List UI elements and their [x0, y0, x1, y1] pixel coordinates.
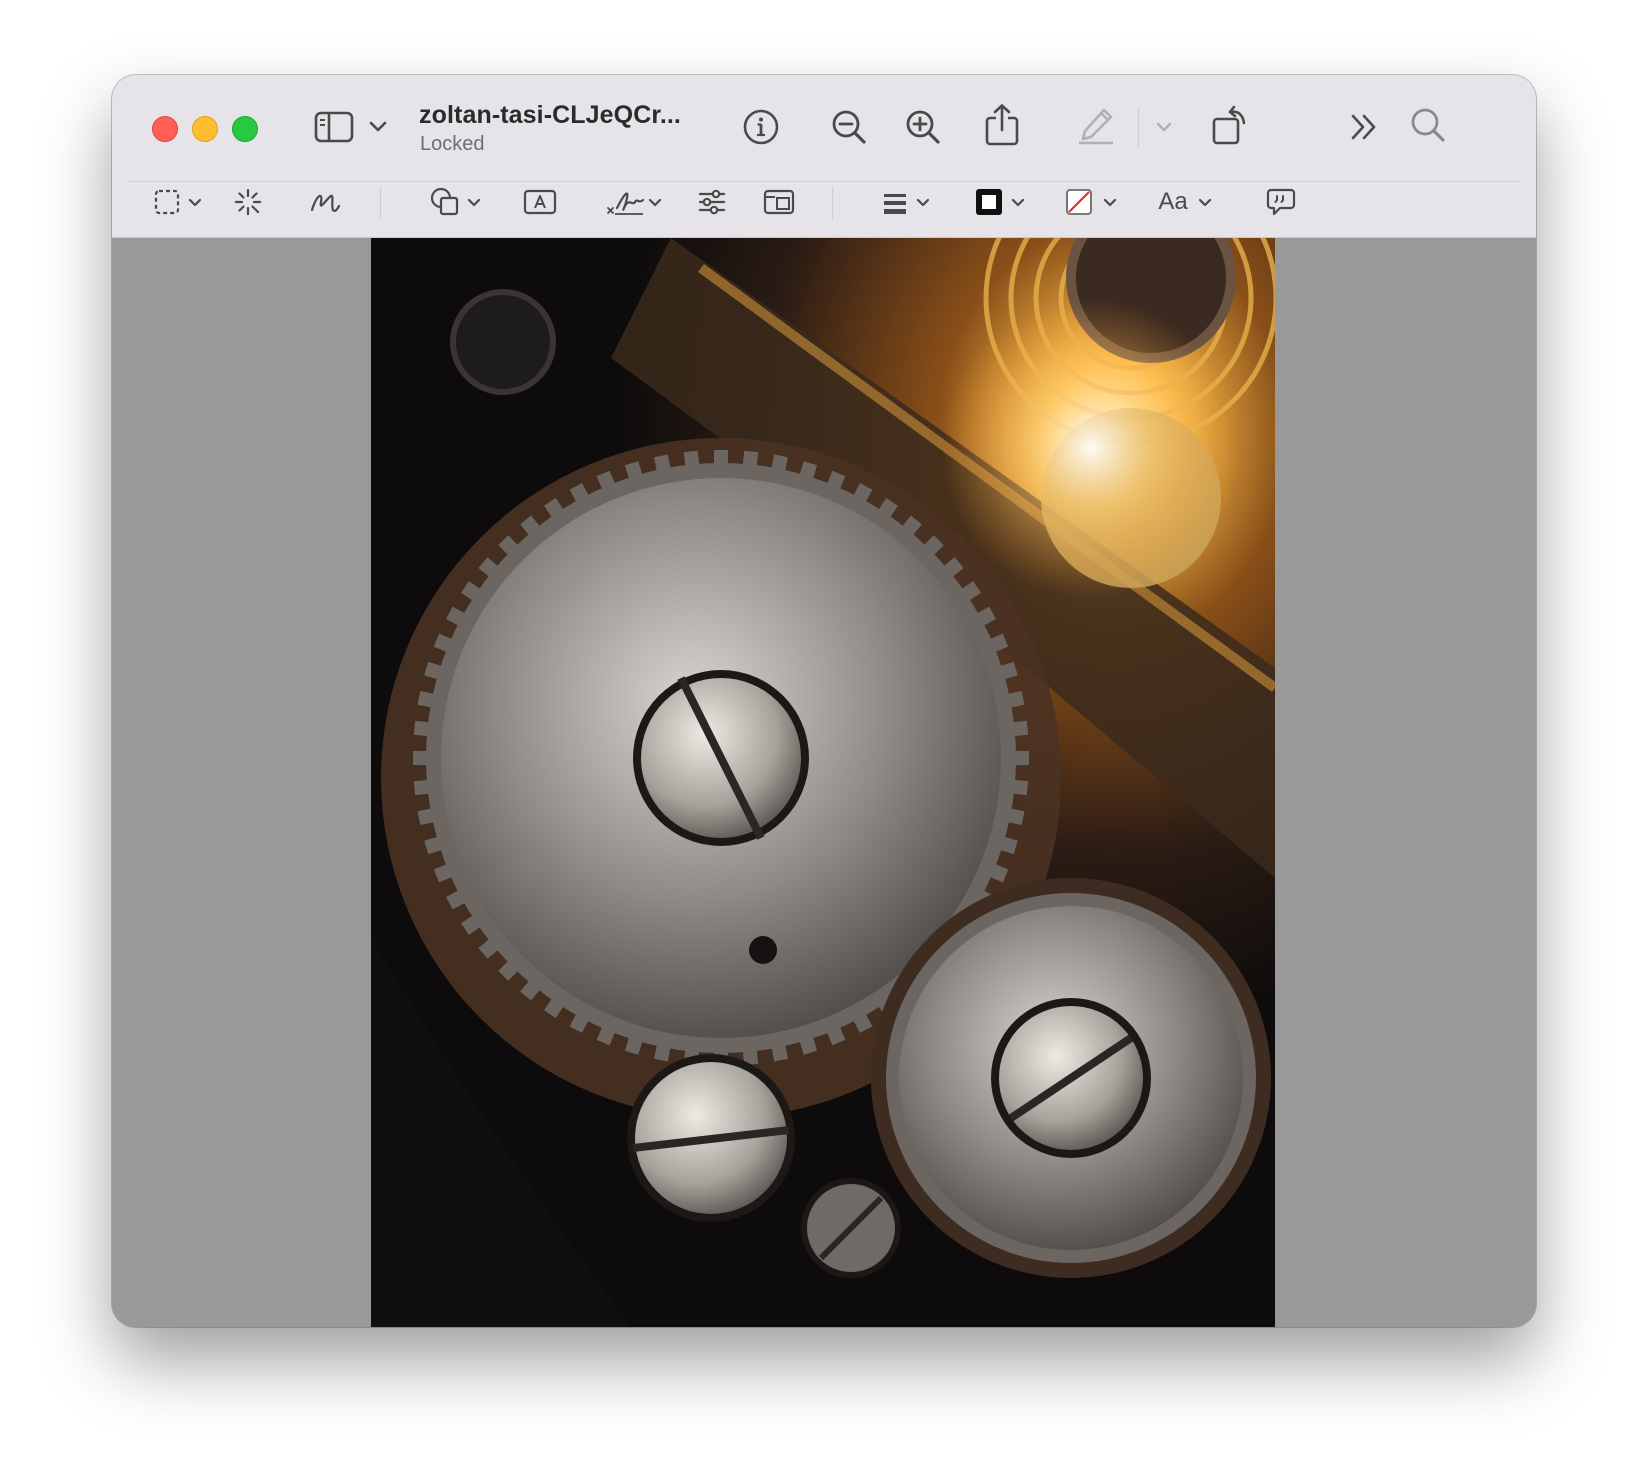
gears-photo — [371, 238, 1275, 1327]
border-color-chevron-down-icon[interactable] — [1007, 191, 1029, 213]
speech-bubble-icon[interactable] — [1265, 186, 1297, 218]
text-style-icon[interactable]: Aa — [1154, 187, 1192, 217]
markup-chevron-down-icon[interactable] — [1152, 115, 1176, 139]
sketch-icon[interactable] — [308, 187, 342, 217]
preview-window: zoltan-tasi-CLJeQCr... Locked Aa — [112, 75, 1536, 1327]
shapes-icon[interactable] — [428, 185, 462, 219]
document-canvas — [112, 238, 1536, 1327]
instant-alpha-icon[interactable] — [233, 187, 263, 217]
shape-style-icon[interactable] — [880, 188, 910, 218]
rect-selection-icon[interactable] — [152, 187, 182, 217]
text-style-chevron-down-icon[interactable] — [1194, 191, 1216, 213]
signature-icon[interactable] — [604, 185, 648, 219]
markup-pen-icon[interactable] — [1074, 103, 1118, 147]
zoom-window-button[interactable] — [232, 116, 258, 142]
fill-color-icon[interactable] — [1064, 187, 1094, 217]
signature-chevron-down-icon[interactable] — [644, 191, 666, 213]
adjust-size-icon[interactable] — [762, 187, 796, 217]
zoom-in-icon[interactable] — [901, 105, 945, 149]
document-status[interactable]: Locked — [420, 133, 485, 156]
shapes-chevron-down-icon[interactable] — [463, 191, 485, 213]
adjust-color-icon[interactable] — [696, 186, 728, 218]
close-button[interactable] — [152, 116, 178, 142]
search-icon[interactable] — [1406, 103, 1450, 147]
shape-style-chevron-down-icon[interactable] — [912, 191, 934, 213]
info-icon[interactable] — [739, 105, 783, 149]
text-box-icon[interactable] — [522, 187, 558, 217]
chevron-down-icon[interactable] — [366, 115, 390, 139]
zoom-out-icon[interactable] — [827, 105, 871, 149]
more-icon[interactable] — [1344, 107, 1384, 147]
sidebar-icon[interactable] — [312, 105, 356, 149]
minimize-button[interactable] — [192, 116, 218, 142]
fill-color-chevron-down-icon[interactable] — [1099, 191, 1121, 213]
rotate-icon[interactable] — [1208, 101, 1252, 149]
share-icon[interactable] — [980, 101, 1024, 149]
toolbar: zoltan-tasi-CLJeQCr... Locked Aa — [112, 75, 1536, 238]
selection-chevron-down-icon[interactable] — [184, 191, 206, 213]
document-title: zoltan-tasi-CLJeQCr... — [419, 101, 681, 129]
border-color-icon[interactable] — [974, 187, 1004, 217]
